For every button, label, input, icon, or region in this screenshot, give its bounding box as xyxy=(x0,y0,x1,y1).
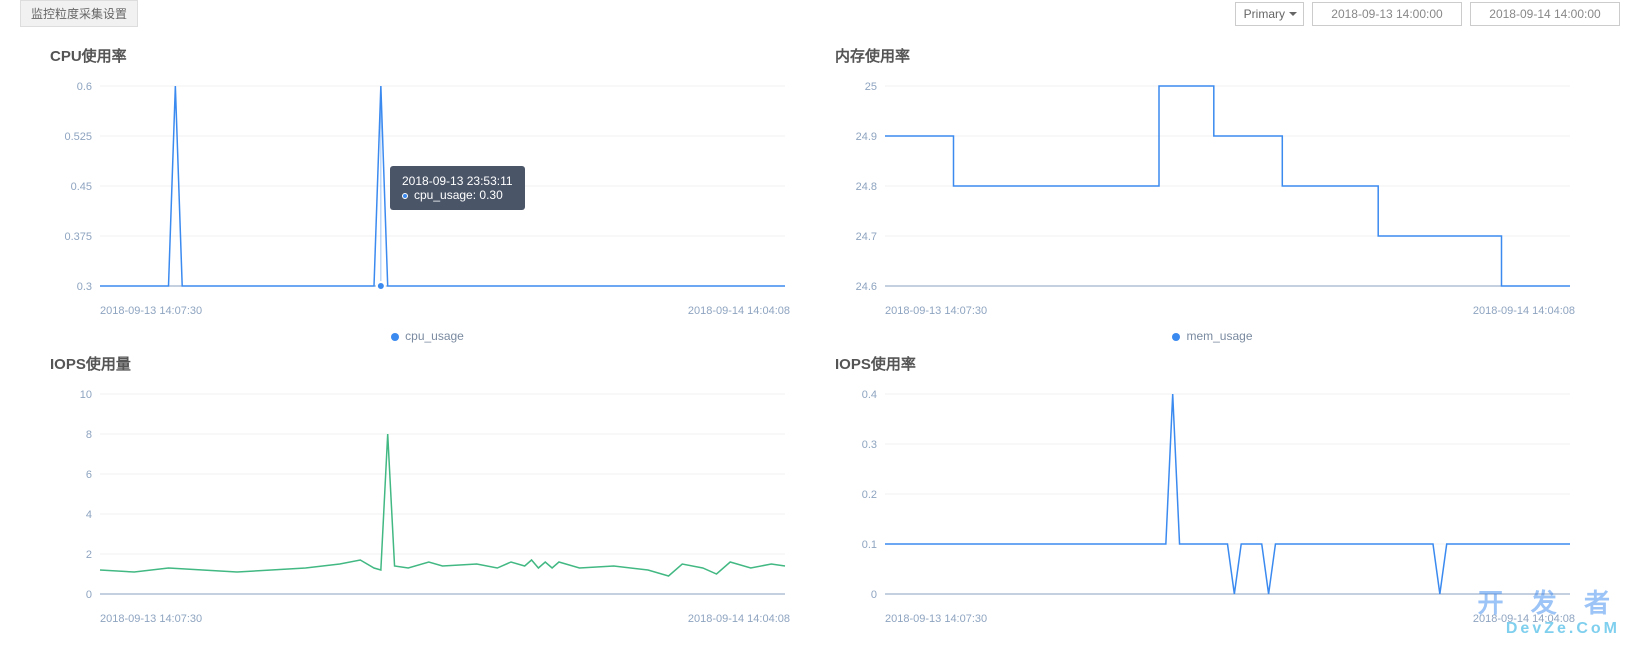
chart-title: IOPS使用量 xyxy=(50,353,805,374)
svg-text:0.2: 0.2 xyxy=(862,489,877,501)
svg-text:24.6: 24.6 xyxy=(856,281,877,293)
x-axis-end: 2018-09-14 14:04:08 xyxy=(688,305,790,317)
toolbar-right: Primary 2018-09-13 14:00:00 2018-09-14 1… xyxy=(1235,2,1620,26)
svg-text:24.8: 24.8 xyxy=(856,181,877,193)
svg-text:0.525: 0.525 xyxy=(64,131,92,143)
chart-title: 内存使用率 xyxy=(835,45,1590,66)
mem-chart[interactable]: 24.6 24.7 24.8 24.9 25 xyxy=(835,76,1575,296)
svg-text:0: 0 xyxy=(871,589,877,601)
date-start-input[interactable]: 2018-09-13 14:00:00 xyxy=(1312,2,1462,26)
panel-mem: 内存使用率 24.6 24.7 24.8 24.9 25 2018-09-13 14:0… xyxy=(835,35,1590,343)
iops-vol-chart[interactable]: 0 2 4 6 8 10 xyxy=(50,384,790,604)
legend-label: cpu_usage xyxy=(405,329,464,343)
legend-label: mem_usage xyxy=(1186,329,1252,343)
x-axis-start: 2018-09-13 14:07:30 xyxy=(885,613,987,625)
chart-legend[interactable]: cpu_usage xyxy=(50,329,805,343)
panel-iops-vol: IOPS使用量 0 2 4 6 8 10 2018-09-13 14:07:30 2018… xyxy=(50,343,805,625)
x-axis-end: 2018-09-14 14:04:08 xyxy=(1473,613,1575,625)
monitor-settings-button[interactable]: 监控粒度采集设置 xyxy=(20,0,138,27)
svg-text:0: 0 xyxy=(86,589,92,601)
svg-text:0.6: 0.6 xyxy=(77,81,92,93)
x-axis-start: 2018-09-13 14:07:30 xyxy=(100,613,202,625)
date-end-input[interactable]: 2018-09-14 14:00:00 xyxy=(1470,2,1620,26)
x-axis-start: 2018-09-13 14:07:30 xyxy=(885,305,987,317)
svg-text:24.7: 24.7 xyxy=(856,231,877,243)
svg-text:24.9: 24.9 xyxy=(856,131,877,143)
role-select[interactable]: Primary xyxy=(1235,2,1304,26)
svg-text:0.3: 0.3 xyxy=(77,281,92,293)
svg-text:2: 2 xyxy=(86,549,92,561)
chart-title: IOPS使用率 xyxy=(835,353,1590,374)
svg-text:0.4: 0.4 xyxy=(862,389,877,401)
x-axis-start: 2018-09-13 14:07:30 xyxy=(100,305,202,317)
svg-text:0.45: 0.45 xyxy=(71,181,92,193)
svg-text:4: 4 xyxy=(86,509,92,521)
chart-title: CPU使用率 xyxy=(50,45,805,66)
svg-text:6: 6 xyxy=(86,469,92,481)
chart-legend[interactable]: mem_usage xyxy=(835,329,1590,343)
charts-grid: CPU使用率 0.30.3750.450.5250.6 2018-09-13 2… xyxy=(0,35,1640,625)
panel-cpu: CPU使用率 0.30.3750.450.5250.6 2018-09-13 2… xyxy=(50,35,805,343)
panel-iops-rate: IOPS使用率 0 0.1 0.2 0.3 0.4 2018-09-13 14:07:3… xyxy=(835,343,1590,625)
x-axis-labels: 2018-09-13 14:07:30 2018-09-14 14:04:08 xyxy=(835,305,1575,317)
svg-text:25: 25 xyxy=(865,81,877,93)
x-axis-labels: 2018-09-13 14:07:30 2018-09-14 14:04:08 xyxy=(50,305,790,317)
svg-text:0.3: 0.3 xyxy=(862,439,877,451)
iops-rate-chart[interactable]: 0 0.1 0.2 0.3 0.4 xyxy=(835,384,1575,604)
svg-text:8: 8 xyxy=(86,429,92,441)
x-axis-end: 2018-09-14 14:04:08 xyxy=(1473,305,1575,317)
svg-text:10: 10 xyxy=(80,389,92,401)
x-axis-labels: 2018-09-13 14:07:30 2018-09-14 14:04:08 xyxy=(835,613,1575,625)
cpu-chart[interactable]: 0.3 0.375 0.45 0.525 0.6 xyxy=(50,76,790,296)
legend-dot-icon xyxy=(391,333,399,341)
toolbar: 监控粒度采集设置 Primary 2018-09-13 14:00:00 201… xyxy=(0,0,1640,27)
legend-dot-icon xyxy=(1172,333,1180,341)
svg-text:0.375: 0.375 xyxy=(64,231,92,243)
x-axis-labels: 2018-09-13 14:07:30 2018-09-14 14:04:08 xyxy=(50,613,790,625)
x-axis-end: 2018-09-14 14:04:08 xyxy=(688,613,790,625)
svg-text:0.1: 0.1 xyxy=(862,539,877,551)
